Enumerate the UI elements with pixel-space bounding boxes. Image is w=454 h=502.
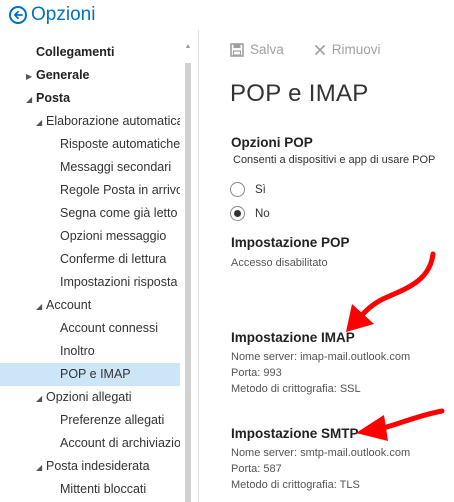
sidebar-item-opzioni-allegati[interactable]: ◢ Opzioni allegati bbox=[0, 386, 180, 409]
red-arrow-smtp-icon bbox=[356, 408, 445, 441]
sidebar-item-pop-e-imap[interactable]: POP e IMAP bbox=[0, 363, 180, 386]
back-button[interactable]: Opzioni bbox=[9, 4, 95, 26]
sidebar-item-label: Opzioni messaggio bbox=[60, 229, 167, 243]
options-sidebar: Collegamenti ▶ Generale ◢ Posta ◢ Elaborazione… bbox=[0, 37, 192, 502]
expand-triangle-icon[interactable]: ▶ bbox=[26, 65, 36, 87]
save-label: Salva bbox=[250, 42, 284, 57]
sidebar-item-account-connessi[interactable]: Account connessi bbox=[0, 317, 180, 340]
toolbar: Salva Rimuovi bbox=[230, 42, 411, 57]
sidebar-item-conferme-di-lettura[interactable]: Conferme di lettura bbox=[0, 248, 180, 271]
sidebar-item-label: Account di archiviazione bbox=[60, 436, 180, 450]
sidebar-item-account[interactable]: ◢ Account bbox=[0, 294, 180, 317]
pop-setting-status: Accesso disabilitato bbox=[231, 257, 328, 269]
sidebar-item-label: Segna come già letto bbox=[60, 206, 178, 220]
sidebar-item-collegamenti[interactable]: Collegamenti bbox=[0, 41, 180, 64]
sidebar-item-label: Impostazioni risposta bbox=[60, 275, 178, 289]
pane-divider bbox=[198, 30, 199, 502]
pop-options-description: Consenti a dispositivi e app di usare PO… bbox=[233, 154, 436, 166]
sidebar-item-label: Posta bbox=[36, 91, 71, 105]
options-title: Opzioni bbox=[31, 4, 96, 25]
sidebar-item-mittenti-bloccati[interactable]: Mittenti bloccati bbox=[0, 478, 180, 501]
sidebar-item-label: Inoltro bbox=[60, 344, 95, 358]
imap-server: Nome server: imap-mail.outlook.com bbox=[231, 351, 411, 363]
x-icon bbox=[314, 44, 325, 55]
save-button[interactable]: Salva bbox=[230, 42, 284, 57]
radio-pop-yes[interactable]: Sì bbox=[230, 182, 266, 197]
sidebar-item-posta[interactable]: ◢ Posta bbox=[0, 87, 180, 110]
radio-label-no: No bbox=[255, 207, 270, 220]
pop-setting-title: Impostazione POP bbox=[231, 235, 350, 250]
smtp-encryption: Metodo di crittografia: TLS bbox=[231, 479, 360, 491]
red-arrow-imap-icon bbox=[346, 251, 436, 332]
imap-port: Porta: 993 bbox=[231, 367, 282, 379]
sidebar-item-regole-posta-in-arrivo-e[interactable]: Regole Posta in arrivo e bbox=[0, 179, 180, 202]
sidebar-item-label: Regole Posta in arrivo e bbox=[60, 183, 180, 197]
collapse-triangle-icon[interactable]: ◢ bbox=[36, 295, 46, 317]
smtp-setting-title: Impostazione SMTP bbox=[231, 426, 359, 441]
remove-button[interactable]: Rimuovi bbox=[314, 42, 381, 57]
sidebar-item-label: Collegamenti bbox=[36, 45, 115, 59]
sidebar-item-label: Account bbox=[46, 298, 92, 312]
sidebar-item-elaborazione-automatica[interactable]: ◢ Elaborazione automatica bbox=[0, 110, 180, 133]
radio-label-yes: Sì bbox=[255, 183, 266, 196]
sidebar-item-label: Generale bbox=[36, 68, 90, 82]
sidebar-item-label: Mittenti bloccati bbox=[60, 482, 147, 496]
sidebar-item-label: Conferme di lettura bbox=[60, 252, 167, 266]
back-arrow-icon bbox=[9, 6, 27, 24]
scroll-up-icon[interactable]: ▲ bbox=[183, 42, 192, 52]
sidebar-item-label: Account connessi bbox=[60, 321, 158, 335]
collapse-triangle-icon[interactable]: ◢ bbox=[26, 88, 36, 110]
sidebar-item-posta-indesiderata[interactable]: ◢ Posta indesiderata bbox=[0, 455, 180, 478]
sidebar-item-preferenze-allegati[interactable]: Preferenze allegati bbox=[0, 409, 180, 432]
sidebar-item-messaggi-secondari[interactable]: Messaggi secondari bbox=[0, 156, 180, 179]
sidebar-item-impostazioni-risposta[interactable]: Impostazioni risposta bbox=[0, 271, 180, 294]
sidebar-item-generale[interactable]: ▶ Generale bbox=[0, 64, 180, 87]
smtp-port: Porta: 587 bbox=[231, 463, 282, 475]
collapse-triangle-icon[interactable]: ◢ bbox=[36, 387, 46, 409]
sidebar-item-segna-come-gi-letto[interactable]: Segna come già letto bbox=[0, 202, 180, 225]
collapse-triangle-icon[interactable]: ◢ bbox=[36, 456, 46, 478]
sidebar-item-account-di-archiviazione[interactable]: Account di archiviazione bbox=[0, 432, 180, 455]
page-title: POP e IMAP bbox=[230, 80, 369, 107]
sidebar-item-label: Opzioni allegati bbox=[46, 390, 132, 404]
sidebar-scrollbar[interactable] bbox=[185, 63, 191, 502]
sidebar-item-risposte-automatiche[interactable]: Risposte automatiche bbox=[0, 133, 180, 156]
radio-button[interactable] bbox=[230, 206, 245, 221]
imap-encryption: Metodo di crittografia: SSL bbox=[231, 383, 361, 395]
radio-pop-no[interactable]: No bbox=[230, 206, 270, 221]
sidebar-item-label: Posta indesiderata bbox=[46, 459, 150, 473]
collapse-triangle-icon[interactable]: ◢ bbox=[36, 111, 46, 133]
sidebar-item-opzioni-messaggio[interactable]: Opzioni messaggio bbox=[0, 225, 180, 248]
remove-label: Rimuovi bbox=[331, 42, 381, 57]
floppy-disk-icon bbox=[230, 42, 244, 57]
radio-button[interactable] bbox=[230, 182, 245, 197]
options-header: Opzioni bbox=[0, 0, 454, 30]
sidebar-item-label: Preferenze allegati bbox=[60, 413, 165, 427]
sidebar-item-inoltro[interactable]: Inoltro bbox=[0, 340, 180, 363]
sidebar-item-label: Elaborazione automatica bbox=[46, 114, 180, 128]
sidebar-item-label: Risposte automatiche bbox=[60, 137, 180, 151]
pop-options-title: Opzioni POP bbox=[231, 135, 313, 150]
sidebar-item-label: Messaggi secondari bbox=[60, 160, 172, 174]
sidebar-item-label: POP e IMAP bbox=[60, 367, 131, 381]
